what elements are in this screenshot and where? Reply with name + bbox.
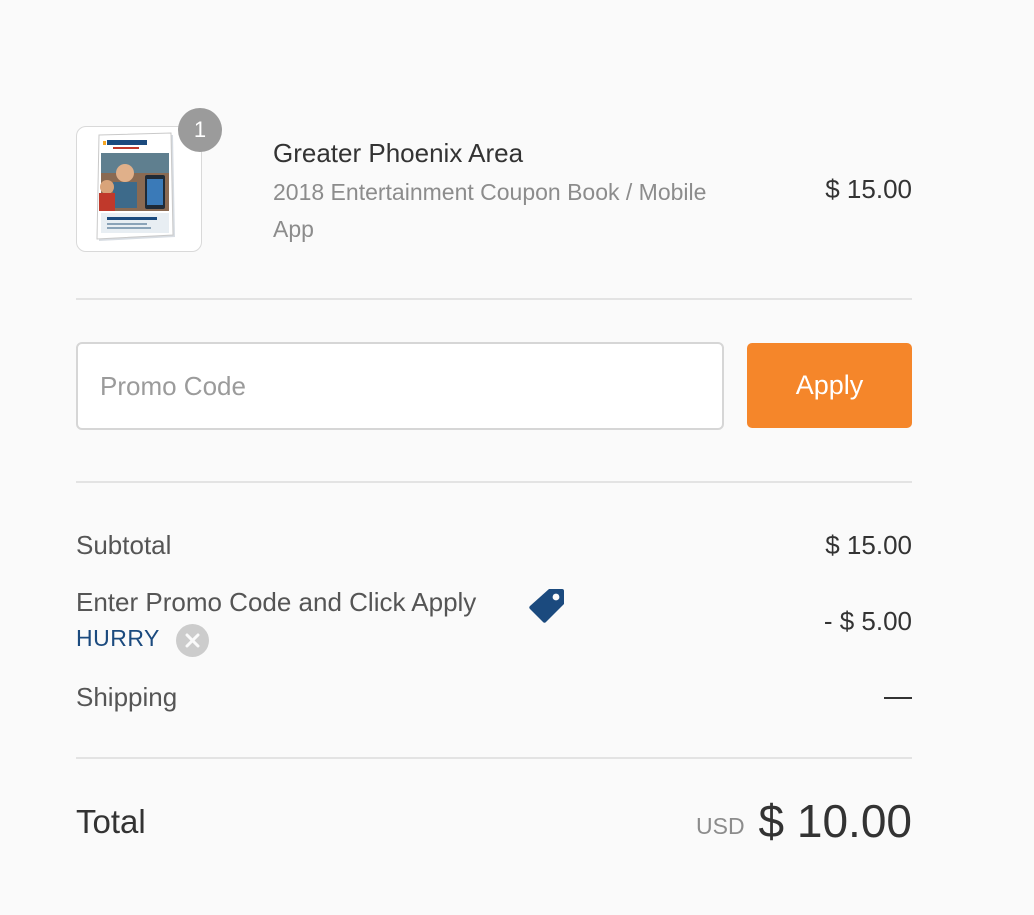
tag-icon	[529, 589, 564, 623]
divider	[76, 298, 912, 300]
remove-discount-button[interactable]	[176, 624, 209, 657]
product-line: 1 Greater Phoenix Area 2018 Entertainmen…	[76, 108, 912, 256]
divider	[76, 757, 912, 759]
discount-label: Enter Promo Code and Click Apply	[76, 587, 477, 617]
applied-discount-code: HURRY	[76, 625, 160, 651]
promo-code-input[interactable]	[76, 342, 724, 430]
apply-button[interactable]: Apply	[747, 343, 912, 428]
subtotal-value: $ 15.00	[825, 530, 912, 560]
quantity-badge: 1	[178, 108, 222, 152]
order-summary: 1 Greater Phoenix Area 2018 Entertainmen…	[76, 0, 912, 915]
product-title: Greater Phoenix Area	[273, 138, 524, 168]
close-icon	[185, 633, 200, 648]
total-currency: USD	[696, 813, 745, 839]
total-amount: $ 10.00	[758, 795, 912, 847]
subtotal-label: Subtotal	[76, 530, 172, 560]
product-description: 2018 Entertainment Coupon Book / Mobile …	[273, 179, 707, 242]
shipping-value	[884, 697, 912, 699]
shipping-label: Shipping	[76, 682, 178, 712]
divider	[76, 481, 912, 483]
product-price: $ 15.00	[825, 174, 912, 204]
discount-value: - $ 5.00	[823, 606, 912, 636]
total-label: Total	[76, 803, 146, 840]
